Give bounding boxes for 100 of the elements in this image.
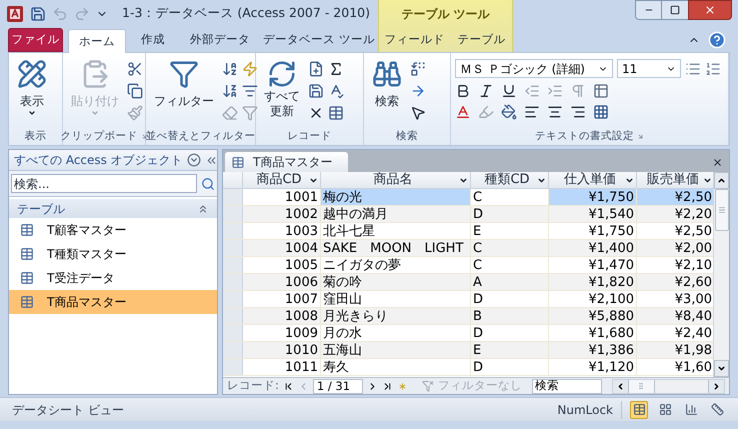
scroll-left-button[interactable] bbox=[612, 380, 629, 392]
arrow-right-icon[interactable] bbox=[410, 83, 426, 99]
table-cell: ¥1,386 bbox=[549, 342, 637, 358]
align-left-icon[interactable] bbox=[524, 104, 540, 120]
scroll-down-button[interactable] bbox=[714, 360, 729, 377]
table-cell: 越中の満月 bbox=[321, 206, 471, 222]
ribbon-tab[interactable]: テーブル bbox=[448, 28, 515, 52]
pane-menu-icon[interactable] bbox=[186, 153, 201, 167]
column-header[interactable]: 仕入単価 bbox=[549, 172, 637, 188]
table-cell: D bbox=[471, 206, 549, 222]
table-cell: D bbox=[471, 325, 549, 341]
save-icon[interactable] bbox=[30, 6, 46, 22]
context-tab-title: テーブル ツール bbox=[401, 6, 490, 23]
dialog-launcher-icon[interactable] bbox=[637, 133, 644, 140]
find-button[interactable]: 検索 bbox=[368, 57, 406, 109]
group-label: クリップボード bbox=[60, 128, 138, 144]
ribbon-tab[interactable]: フィールド bbox=[381, 28, 448, 52]
group-header[interactable]: テーブル bbox=[9, 199, 217, 218]
table-icon bbox=[19, 247, 35, 261]
close-icon bbox=[704, 4, 716, 16]
save-record-icon[interactable] bbox=[308, 83, 324, 99]
app-logo-icon[interactable] bbox=[6, 4, 24, 22]
restore-button[interactable] bbox=[662, 0, 688, 20]
table-item[interactable]: T受注データ bbox=[9, 266, 217, 290]
record-position-field[interactable]: 1 / 31 bbox=[312, 378, 363, 394]
scrollbar-thumb[interactable] bbox=[628, 380, 655, 392]
view-button[interactable]: 表示 bbox=[13, 57, 51, 117]
filter-button[interactable]: フィルター bbox=[150, 57, 218, 109]
table-icon[interactable] bbox=[328, 105, 344, 121]
sort-descending-icon[interactable] bbox=[222, 83, 238, 99]
table-cell: E bbox=[471, 342, 549, 358]
close-tab-icon[interactable] bbox=[712, 157, 723, 168]
ribbon-tab[interactable]: ファイル bbox=[8, 28, 63, 52]
dialog-launcher-icon[interactable] bbox=[140, 133, 148, 140]
grid-icon[interactable] bbox=[593, 104, 609, 120]
copy-icon[interactable] bbox=[127, 83, 143, 99]
table-cell: C bbox=[471, 240, 549, 256]
document-tab[interactable]: T商品マスター bbox=[225, 152, 348, 172]
pointer-icon[interactable] bbox=[410, 105, 426, 121]
refresh-icon bbox=[267, 59, 297, 89]
numlock-indicator: NumLock bbox=[557, 400, 622, 418]
table-cell: E bbox=[471, 223, 549, 239]
refresh-button[interactable]: すべて 更新 bbox=[260, 57, 304, 119]
align-right-icon[interactable] bbox=[570, 104, 586, 120]
table-cell: 五海山 bbox=[321, 342, 471, 358]
column-header[interactable]: 商品CD bbox=[243, 172, 321, 188]
column-header[interactable]: 種類CD bbox=[471, 172, 549, 188]
filter-list-icon[interactable] bbox=[242, 83, 258, 99]
table-cell: 月の水 bbox=[321, 325, 471, 341]
caret-icon bbox=[91, 109, 99, 117]
italic-icon[interactable] bbox=[478, 83, 494, 99]
table-item[interactable]: T商品マスター bbox=[9, 290, 217, 314]
close-button[interactable] bbox=[688, 0, 732, 20]
search-icon[interactable] bbox=[201, 176, 215, 190]
table-item[interactable]: T顧客マスター bbox=[9, 218, 217, 242]
table-cell: ¥1,750 bbox=[549, 189, 637, 205]
ribbon-tab[interactable]: 外部データ bbox=[180, 28, 260, 52]
numbering-icon[interactable] bbox=[705, 60, 721, 76]
status-text: データシート ビュー bbox=[12, 402, 124, 418]
search-field[interactable]: 検索... bbox=[11, 174, 197, 193]
last-record-icon[interactable] bbox=[382, 380, 393, 392]
table-cell: 北斗七星 bbox=[321, 223, 471, 239]
table-cell: ニイガタの夢 bbox=[321, 257, 471, 273]
replace-icon[interactable] bbox=[410, 61, 426, 77]
new-record-icon[interactable] bbox=[308, 61, 324, 77]
font-size-dropdown[interactable]: 11 bbox=[617, 59, 681, 78]
restore-icon bbox=[670, 5, 680, 15]
align-center-icon[interactable] bbox=[547, 104, 563, 120]
gridlines-icon[interactable] bbox=[593, 83, 609, 99]
scissors-icon[interactable] bbox=[127, 61, 143, 77]
view-icon bbox=[684, 403, 698, 416]
find-icon bbox=[372, 59, 402, 89]
view-icon bbox=[710, 403, 724, 416]
fill-color-icon[interactable] bbox=[501, 104, 517, 120]
table-item[interactable]: T種類マスター bbox=[9, 242, 217, 266]
table-cell: SAKE MOON LIGHT bbox=[321, 240, 471, 256]
window-title: 1-3：データベース (Access 2007 - 2010) bbox=[122, 4, 370, 22]
view-icon bbox=[632, 403, 646, 416]
scrollbar-thumb[interactable] bbox=[714, 189, 728, 231]
ribbon-tab[interactable]: データベース ツール bbox=[260, 28, 378, 52]
font-color-icon[interactable] bbox=[455, 104, 471, 120]
column-header[interactable]: 商品名 bbox=[321, 172, 471, 188]
grip-icon bbox=[637, 382, 646, 390]
scroll-right-button[interactable] bbox=[708, 380, 724, 392]
sort-ascending-icon[interactable] bbox=[222, 61, 238, 77]
scroll-up-button[interactable] bbox=[714, 172, 729, 189]
help-icon[interactable] bbox=[708, 31, 726, 49]
table-cell: ¥8,40 bbox=[637, 308, 713, 324]
font-name-dropdown[interactable]: ＭＳ Ｐゴシック (詳細) bbox=[455, 59, 613, 78]
table-cell: C bbox=[471, 257, 549, 273]
caret-icon bbox=[309, 176, 318, 184]
group-label: 検索 bbox=[396, 128, 418, 144]
horizontal-scrollbar[interactable] bbox=[612, 378, 725, 394]
ribbon-tab[interactable]: 作成 bbox=[126, 28, 180, 52]
search-field[interactable]: 検索 bbox=[532, 378, 602, 394]
ribbon-tab[interactable]: ホーム bbox=[68, 29, 126, 53]
view-button[interactable] bbox=[630, 400, 648, 418]
table-cell: 1004 bbox=[243, 240, 321, 256]
bullets-icon[interactable] bbox=[685, 60, 701, 76]
underline-icon[interactable] bbox=[501, 83, 517, 99]
